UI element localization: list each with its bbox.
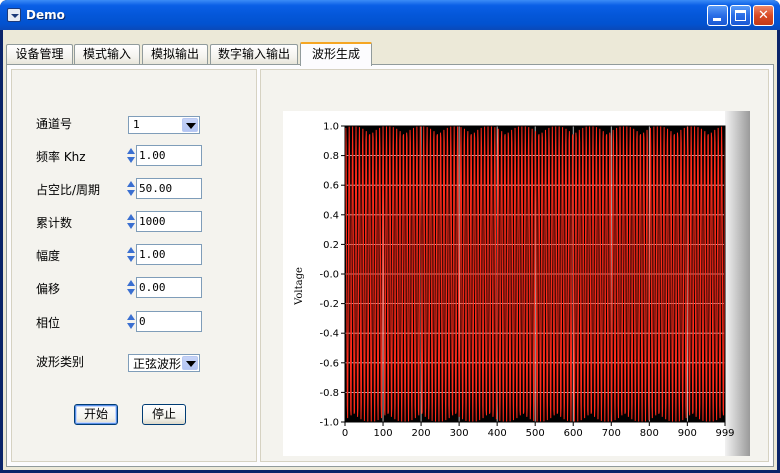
phase-spinbox[interactable]: 0 [126,311,202,333]
y-tick-label: -0.6 [319,358,339,369]
tab-waveform-generation[interactable]: 波形生成 [300,42,372,66]
frequency-label: 频率 Khz [36,150,86,164]
parameter-panel: 通道号 1 频率 Khz 1.00 占空比/周期 50.00 累计数 1000 … [11,69,257,462]
tab-analog-output[interactable]: 模拟输出 [142,44,208,65]
close-button[interactable]: ✕ [753,5,774,26]
spin-down-icon[interactable] [127,256,135,262]
stop-button[interactable]: 停止 [142,404,186,425]
waveform-chart: 1.0 0.8 0.6 0.4 0.2 -0.0 -0.2 -0.4 -0.6 -0.8 -1.00… [283,111,750,456]
y-tick-label: 0.2 [323,240,339,251]
channel-select[interactable]: 1 [128,116,200,134]
y-tick-label: 1.0 [323,122,339,133]
y-axis-label: Voltage [294,267,305,306]
app-window: Demo ✕ 设备管理 模式输入 模拟输出 数字输入输出 波形生成 通道号 1 [0,0,780,473]
offset-spinbox[interactable]: 0.00 [126,277,202,299]
chevron-down-icon[interactable] [182,118,198,132]
x-tick-label: 999 [715,428,734,439]
count-spinbox[interactable]: 1000 [126,211,202,233]
count-label: 累计数 [36,216,73,230]
tab-panel: 通道号 1 频率 Khz 1.00 占空比/周期 50.00 累计数 1000 … [6,64,774,467]
offset-spin-arrows[interactable] [126,279,136,297]
spin-down-icon[interactable] [127,323,135,329]
spin-down-icon[interactable] [127,157,135,163]
spin-down-icon[interactable] [127,289,135,295]
amplitude-label: 幅度 [36,249,61,263]
spin-up-icon[interactable] [127,247,135,253]
y-tick-label: -0.0 [319,270,339,281]
offset-label: 偏移 [36,282,61,296]
x-tick-label: 400 [488,428,507,439]
tab-mode-input[interactable]: 模式输入 [74,44,140,65]
minimize-button[interactable] [707,5,728,26]
phase-label: 相位 [36,316,61,330]
maximize-icon [735,10,746,21]
window-title: Demo [26,8,65,22]
y-tick-label: 0.4 [323,210,339,221]
y-tick-label: 0.6 [323,181,339,192]
spin-up-icon[interactable] [127,181,135,187]
frequency-spin-arrows[interactable] [126,147,136,165]
x-tick-label: 900 [678,428,697,439]
x-tick-label: 200 [412,428,431,439]
y-tick-label: -0.2 [319,299,339,310]
frequency-input[interactable]: 1.00 [136,145,202,166]
duty-spin-arrows[interactable] [126,180,136,198]
phase-input[interactable]: 0 [136,311,202,332]
tab-digital-io[interactable]: 数字输入输出 [210,44,298,65]
maximize-button[interactable] [730,5,751,26]
duty-spinbox[interactable]: 50.00 [126,178,202,200]
amplitude-spin-arrows[interactable] [126,246,136,264]
duty-input[interactable]: 50.00 [136,178,202,199]
chart-frame-shade [725,111,750,456]
app-icon[interactable] [7,8,21,22]
close-icon: ✕ [758,8,769,23]
x-tick-label: 800 [640,428,659,439]
offset-input[interactable]: 0.00 [136,277,202,298]
amplitude-input[interactable]: 1.00 [136,244,202,265]
count-input[interactable]: 1000 [136,211,202,232]
amplitude-spinbox[interactable]: 1.00 [126,244,202,266]
spin-up-icon[interactable] [127,148,135,154]
y-tick-label: 0.8 [323,151,339,162]
y-tick-label: -0.4 [319,329,339,340]
chevron-down-icon[interactable] [182,356,198,370]
waveform-type-select[interactable]: 正弦波形 [128,354,200,372]
y-tick-label: -1.0 [319,418,339,429]
spin-up-icon[interactable] [127,214,135,220]
start-button[interactable]: 开始 [74,404,118,425]
spin-down-icon[interactable] [127,190,135,196]
client-area: 设备管理 模式输入 模拟输出 数字输入输出 波形生成 通道号 1 频率 Khz [3,30,777,470]
phase-spin-arrows[interactable] [126,313,136,331]
frequency-spinbox[interactable]: 1.00 [126,145,202,167]
waveform-type-label: 波形类别 [36,355,85,369]
chart-panel: 1.0 0.8 0.6 0.4 0.2 -0.0 -0.2 -0.4 -0.6 -0.8 -1.0 0… [260,69,769,462]
x-tick-label: 0 [342,428,348,439]
x-tick-label: 100 [373,428,392,439]
duty-label: 占空比/周期 [36,183,101,197]
minimize-icon [713,18,721,21]
waveform-type-value: 正弦波形 [133,357,182,371]
spin-up-icon[interactable] [127,314,135,320]
x-tick-label: 300 [450,428,469,439]
spin-up-icon[interactable] [127,280,135,286]
spin-down-icon[interactable] [127,223,135,229]
count-spin-arrows[interactable] [126,213,136,231]
x-tick-label: 500 [526,428,545,439]
channel-label: 通道号 [36,117,73,131]
tab-device-management[interactable]: 设备管理 [6,44,73,65]
y-tick-label: -0.8 [319,388,339,399]
x-tick-label: 600 [564,428,583,439]
channel-value: 1 [133,118,140,131]
x-tick-label: 700 [602,428,621,439]
title-bar[interactable]: Demo ✕ [0,0,780,30]
